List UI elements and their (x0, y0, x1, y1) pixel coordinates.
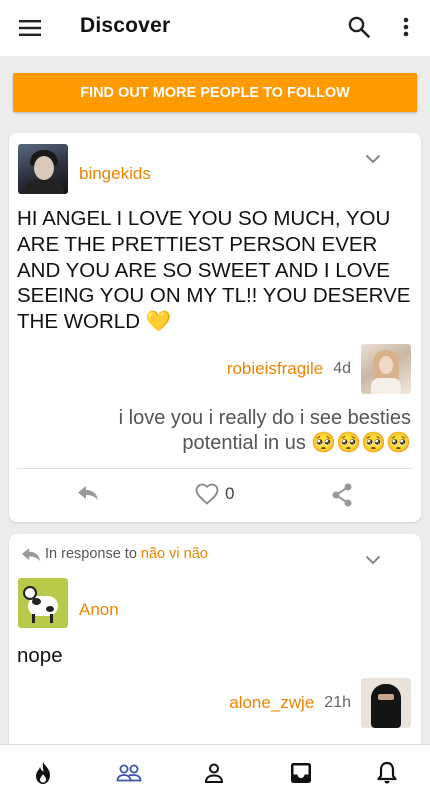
reply-time: 4d (333, 360, 351, 377)
bottom-nav (0, 744, 430, 800)
flame-icon[interactable] (29, 759, 57, 787)
in-response-label: In response to (45, 546, 137, 562)
post-card: In response to não vi não Anon nope alon… (9, 534, 421, 744)
divider (17, 468, 413, 469)
reply-body: i love you i really do i see besties pot… (118, 407, 411, 454)
in-response-user[interactable]: não vi não (141, 546, 208, 562)
page-title: Discover (80, 14, 171, 37)
post-actions: 0 (9, 479, 421, 515)
reply-header: alone_zwje 21h (229, 678, 411, 728)
chevron-down-icon[interactable] (361, 548, 385, 572)
reply-header: robieisfragile 4d (227, 344, 411, 394)
find-people-button[interactable]: FIND OUT MORE PEOPLE TO FOLLOW (13, 73, 417, 112)
avatar[interactable] (361, 344, 411, 394)
reply-author[interactable]: alone_zwje (229, 693, 314, 713)
person-icon[interactable] (200, 759, 228, 787)
app-bar: Discover (0, 0, 430, 56)
like-count: 0 (225, 484, 235, 503)
avatar[interactable] (18, 578, 68, 628)
like-button[interactable]: 0 (195, 483, 234, 505)
in-response-row: In response to não vi não (21, 546, 208, 562)
menu-icon[interactable] (14, 14, 46, 42)
reply-icon[interactable] (77, 485, 99, 501)
post-card: bingekids HI ANGEL I LOVE YOU SO MUCH, Y… (9, 133, 421, 522)
post-author[interactable]: bingekids (79, 164, 151, 184)
inbox-icon[interactable] (287, 759, 315, 787)
search-icon[interactable] (344, 12, 374, 42)
reply-author[interactable]: robieisfragile (227, 359, 323, 379)
reply-time: 21h (324, 694, 351, 711)
chevron-down-icon[interactable] (361, 147, 385, 171)
post-body: nope (17, 644, 63, 667)
avatar[interactable] (18, 144, 68, 194)
more-vert-icon[interactable] (392, 12, 420, 42)
people-icon[interactable] (115, 759, 143, 787)
heart-icon (195, 483, 219, 505)
avatar[interactable] (361, 678, 411, 728)
bell-icon[interactable] (373, 759, 401, 787)
share-icon[interactable] (331, 483, 353, 507)
post-author[interactable]: Anon (79, 600, 119, 620)
post-body: HI ANGEL I LOVE YOU SO MUCH, YOU ARE THE… (17, 207, 411, 334)
reply-icon (21, 547, 41, 561)
